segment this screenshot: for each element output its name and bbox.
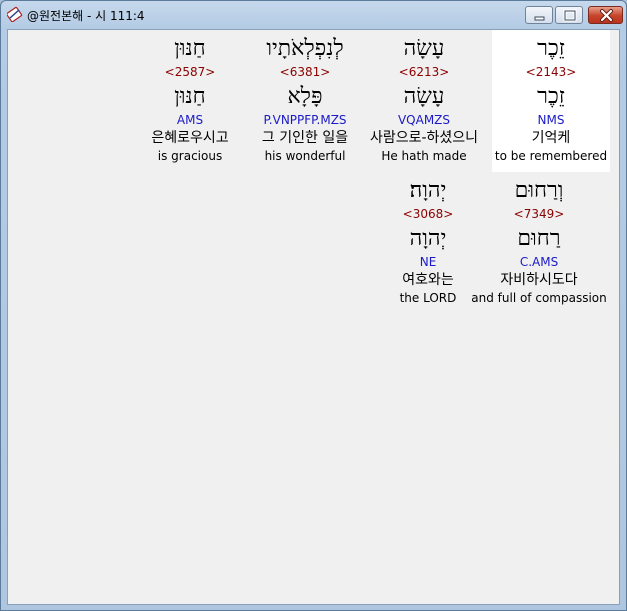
hebrew-lemma: זֵכֶר [537, 84, 565, 109]
word-cell[interactable]: יְהוָה׃ <3068> יְהוָה NE 여호와는 the LORD [388, 176, 468, 306]
word-cell[interactable]: עָשָׂה <6213> עָשָׂה VQAMZS 사람으로-하셨으니 He… [360, 30, 488, 164]
morphology-code: P.VNPPFP.MZS [263, 113, 347, 127]
hebrew-word: יְהוָה׃ [409, 178, 447, 203]
korean-gloss: 은혜로우시고 [151, 130, 229, 146]
hebrew-lemma: עָשָׂה [403, 84, 445, 109]
strong-number[interactable]: <6381> [246, 64, 364, 80]
word-cell[interactable]: זֵכֶר <2143> זֵכֶר NMS 기억케 to be remembe… [492, 30, 610, 172]
english-gloss: to be remembered [494, 149, 608, 163]
word-cell[interactable]: וְרַחוּם <7349> רַחוּם C.AMS 자비하시도다 and … [468, 176, 610, 306]
close-icon [600, 9, 613, 22]
english-gloss: the LORD [399, 291, 457, 305]
english-gloss: and full of compassion [471, 291, 607, 305]
maximize-icon [563, 9, 577, 22]
strong-number[interactable]: <7349> [468, 206, 610, 222]
english-gloss: is gracious [157, 149, 223, 163]
morphology-code: C.AMS [519, 255, 559, 269]
korean-gloss: 기억케 [531, 130, 571, 146]
morphology-code: NMS [537, 113, 565, 127]
maximize-button[interactable] [555, 6, 583, 24]
word-cell[interactable]: לְנִפְלְאֹתָיו <6381> פָּלָא P.VNPPFP.MZ… [246, 30, 364, 164]
bible-book-icon[interactable] [6, 6, 23, 23]
strong-number[interactable]: <2143> [492, 64, 610, 80]
window-title: @원전본해 - 시 111:4 [27, 9, 145, 23]
english-gloss: his wonderful [264, 149, 346, 163]
hebrew-lemma: יְהוָה [409, 226, 447, 251]
interlinear-view[interactable]: זֵכֶר <2143> זֵכֶר NMS 기억케 to be remembe… [7, 29, 620, 605]
hebrew-lemma: חַנּוּן [174, 84, 206, 109]
korean-gloss: 그 기인한 일을 [261, 130, 349, 146]
korean-gloss: 사람으로-하셨으니 [369, 130, 479, 146]
hebrew-word: עָשָׂה [403, 36, 445, 61]
hebrew-word: לְנִפְלְאֹתָיו [266, 36, 344, 61]
hebrew-word: חַנּוּן [174, 36, 206, 61]
minimize-icon [534, 16, 545, 21]
korean-gloss: 자비하시도다 [500, 272, 578, 288]
strong-number[interactable]: <6213> [360, 64, 488, 80]
hebrew-word: וְרַחוּם [514, 178, 564, 203]
title-bar[interactable]: @원전본해 - 시 111:4 [1, 1, 626, 29]
hebrew-word: זֵכֶר [537, 36, 565, 61]
morphology-code: AMS [176, 113, 204, 127]
korean-gloss: 여호와는 [402, 272, 454, 288]
strong-number[interactable]: <2587> [140, 64, 240, 80]
minimize-button[interactable] [525, 6, 553, 24]
morphology-code: NE [419, 255, 437, 269]
close-button[interactable] [588, 6, 623, 24]
hebrew-lemma: רַחוּם [517, 226, 561, 251]
hebrew-lemma: פָּלָא [287, 84, 323, 109]
word-cell[interactable]: חַנּוּן <2587> חַנּוּן AMS 은혜로우시고 is gra… [140, 30, 240, 164]
application-window: @원전본해 - 시 111:4 זֵכֶר <2143> זֵכֶר NMS 기… [0, 0, 627, 611]
strong-number[interactable]: <3068> [388, 206, 468, 222]
morphology-code: VQAMZS [397, 113, 451, 127]
english-gloss: He hath made [381, 149, 467, 163]
